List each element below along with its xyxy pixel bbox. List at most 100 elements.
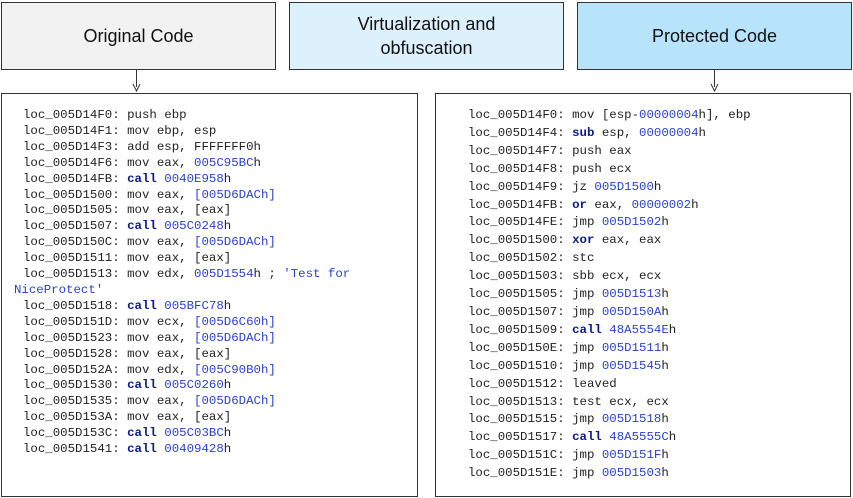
protected-code-token: 00000004 (639, 125, 699, 140)
protected-code-token: 005D1513 (601, 287, 662, 302)
original-code-token: [005D6DACh] (194, 187, 276, 202)
original-code-token: loc_005D1500: mov eax, (23, 187, 195, 202)
protected-code-token: loc_005D151E: jmp (468, 466, 602, 481)
protected-code-token: 005D1503 (601, 466, 662, 481)
arrow-down-icon (132, 70, 141, 93)
original-code-token: loc_005D1505: mov eax, [eax] (23, 203, 232, 218)
protected-code-token: loc_005D1517: (468, 430, 573, 445)
original-code-token: 005D1554 (194, 267, 254, 282)
protected-code-line: loc_005D14F8: push ecx (468, 161, 751, 179)
protected-code-token: or (572, 197, 587, 212)
protected-code-token: loc_005D1507: jmp (468, 304, 602, 319)
protected-code-token: loc_005D1513: test ecx, ecx (468, 394, 669, 409)
original-code-token: 0040E958 (164, 171, 224, 186)
original-code-token: [005D6DACh] (194, 394, 276, 409)
protected-code-line: loc_005D1510: jmp 005D1545h (468, 358, 751, 376)
original-code-token: loc_005D1523: mov eax, (23, 330, 195, 345)
original-code-token: h (223, 378, 232, 393)
virtualization-header-label: Virtualization and obfuscation (358, 12, 496, 60)
original-code-token: call (127, 442, 157, 457)
protected-code-token: loc_005D151C: jmp (468, 448, 602, 463)
protected-code-token: esp, (594, 125, 640, 140)
protected-code-token: h (661, 358, 669, 373)
original-code-token: call (127, 426, 157, 441)
protected-code-token: h (661, 215, 669, 230)
protected-code-token: loc_005D150E: jmp (468, 340, 602, 355)
protected-code-token: loc_005D14F7: push eax (468, 143, 632, 158)
protected-code-token: sub (572, 125, 595, 140)
virtualization-header-line1: Virtualization and (357, 14, 496, 34)
original-code-token: call (127, 171, 157, 186)
protected-code-line: loc_005D150E: jmp 005D1511h (468, 340, 751, 358)
protected-code-line: loc_005D14F7: push eax (468, 143, 751, 161)
protected-code-token: h (668, 430, 677, 445)
protected-code-token: loc_005D1515: jmp (468, 412, 602, 427)
original-code-line: loc_005D1511: mov eax, [eax] (14, 251, 350, 267)
original-code-line: loc_005D1530: call 005C0260h (14, 378, 350, 394)
protected-code-token: loc_005D1510: jmp (468, 358, 602, 373)
protected-code-token: loc_005D14F0: mov [esp- (468, 108, 640, 122)
original-code-line: loc_005D150C: mov eax, [005D6DACh] (14, 235, 350, 251)
original-code-line: loc_005D1500: mov eax, [005D6DACh] (14, 188, 350, 204)
protected-code-token: h], ebp (698, 108, 751, 122)
protected-code-line: loc_005D1513: test ecx, ecx (468, 394, 751, 412)
protected-code-line: loc_005D14F9: jz 005D1500h (468, 179, 751, 197)
protected-code-token: loc_005D14F8: push ecx (468, 161, 632, 176)
original-code-token: loc_005D1507: (23, 219, 128, 234)
protected-code-token: 005D151F (601, 448, 662, 463)
protected-code-token: loc_005D14FE: jmp (468, 215, 602, 230)
protected-code-line: loc_005D1503: sbb ecx, ecx (468, 268, 751, 286)
protected-code-header: Protected Code (577, 2, 852, 70)
protected-code-token: loc_005D1509: (468, 322, 573, 337)
original-code-line: loc_005D1535: mov eax, [005D6DACh] (14, 394, 350, 410)
protected-code-token: h (661, 304, 669, 319)
protected-code-token: loc_005D14F4: (468, 125, 573, 140)
original-code-line: loc_005D14F3: add esp, FFFFFFF0h (14, 140, 350, 156)
original-code-token: h (223, 171, 232, 186)
protected-code-line: loc_005D1507: jmp 005D150Ah (468, 304, 751, 322)
original-code-token: 00409428 (164, 442, 224, 457)
original-code-token: 005C03BC (164, 426, 224, 441)
original-code-token: [005D6C60h] (194, 314, 276, 329)
original-code-line: loc_005D1513: mov edx, 005D1554h ; 'Test… (14, 267, 350, 283)
protected-code-line: loc_005D14FB: or eax, 00000002h (468, 197, 751, 215)
protected-code-token: h (661, 287, 669, 302)
protected-code-line: loc_005D1512: leaved (468, 376, 751, 394)
original-code-token: loc_005D150C: mov eax, (23, 235, 195, 250)
protected-code-line: loc_005D1515: jmp 005D1518h (468, 411, 751, 429)
original-code-token: h (223, 442, 232, 457)
protected-code-line: loc_005D1505: jmp 005D1513h (468, 286, 751, 304)
original-code-token: h ; (253, 267, 284, 282)
original-code-line: loc_005D14F6: mov eax, 005C95BCh (14, 156, 350, 172)
protected-code-token: 005D1511 (601, 340, 662, 355)
protected-code-token: 00000004 (639, 108, 699, 122)
protected-code-token: 48A5554E (609, 322, 669, 337)
protected-code-token: xor (572, 233, 595, 248)
protected-code-listing: loc_005D14F0: mov [esp-00000004h], ebp lo… (468, 107, 751, 483)
protected-code-token: loc_005D1505: jmp (468, 287, 602, 302)
protected-code-line: loc_005D151E: jmp 005D1503h (468, 465, 751, 483)
original-code-token: [005C90B0h] (194, 362, 276, 377)
protected-code-line: loc_005D1509: call 48A5554Eh (468, 322, 751, 340)
protected-code-token: eax, (586, 197, 632, 212)
original-code-token: loc_005D14F0: push ebp (23, 108, 187, 122)
protected-code-token: h (661, 412, 669, 427)
original-code-token: call (127, 219, 157, 234)
original-code-token: 005BFC78 (164, 298, 224, 313)
protected-code-header-label: Protected Code (651, 26, 778, 46)
original-code-token: NiceProtect' (14, 282, 104, 297)
protected-code-token: loc_005D1512: leaved (468, 376, 617, 391)
protected-code-token: loc_005D1503: sbb ecx, ecx (468, 269, 662, 284)
protected-code-line: loc_005D14FE: jmp 005D1502h (468, 214, 751, 232)
original-code-line: loc_005D1528: mov eax, [eax] (14, 347, 350, 363)
protected-code-token: 005D1502 (601, 215, 662, 230)
original-code-token: 005C0260 (164, 378, 224, 393)
virtualization-header-line2: obfuscation (380, 38, 473, 58)
original-code-token: h (223, 298, 232, 313)
original-code-token: loc_005D1511: mov eax, [eax] (23, 251, 232, 266)
original-code-listing: loc_005D14F0: push ebp loc_005D14F1: mov … (14, 108, 350, 458)
original-code-line: loc_005D153C: call 005C03BCh (14, 426, 350, 442)
protected-code-token: 00000002 (631, 197, 692, 212)
protected-code-token: h (661, 340, 669, 355)
original-code-token: [005D6DACh] (194, 235, 276, 250)
